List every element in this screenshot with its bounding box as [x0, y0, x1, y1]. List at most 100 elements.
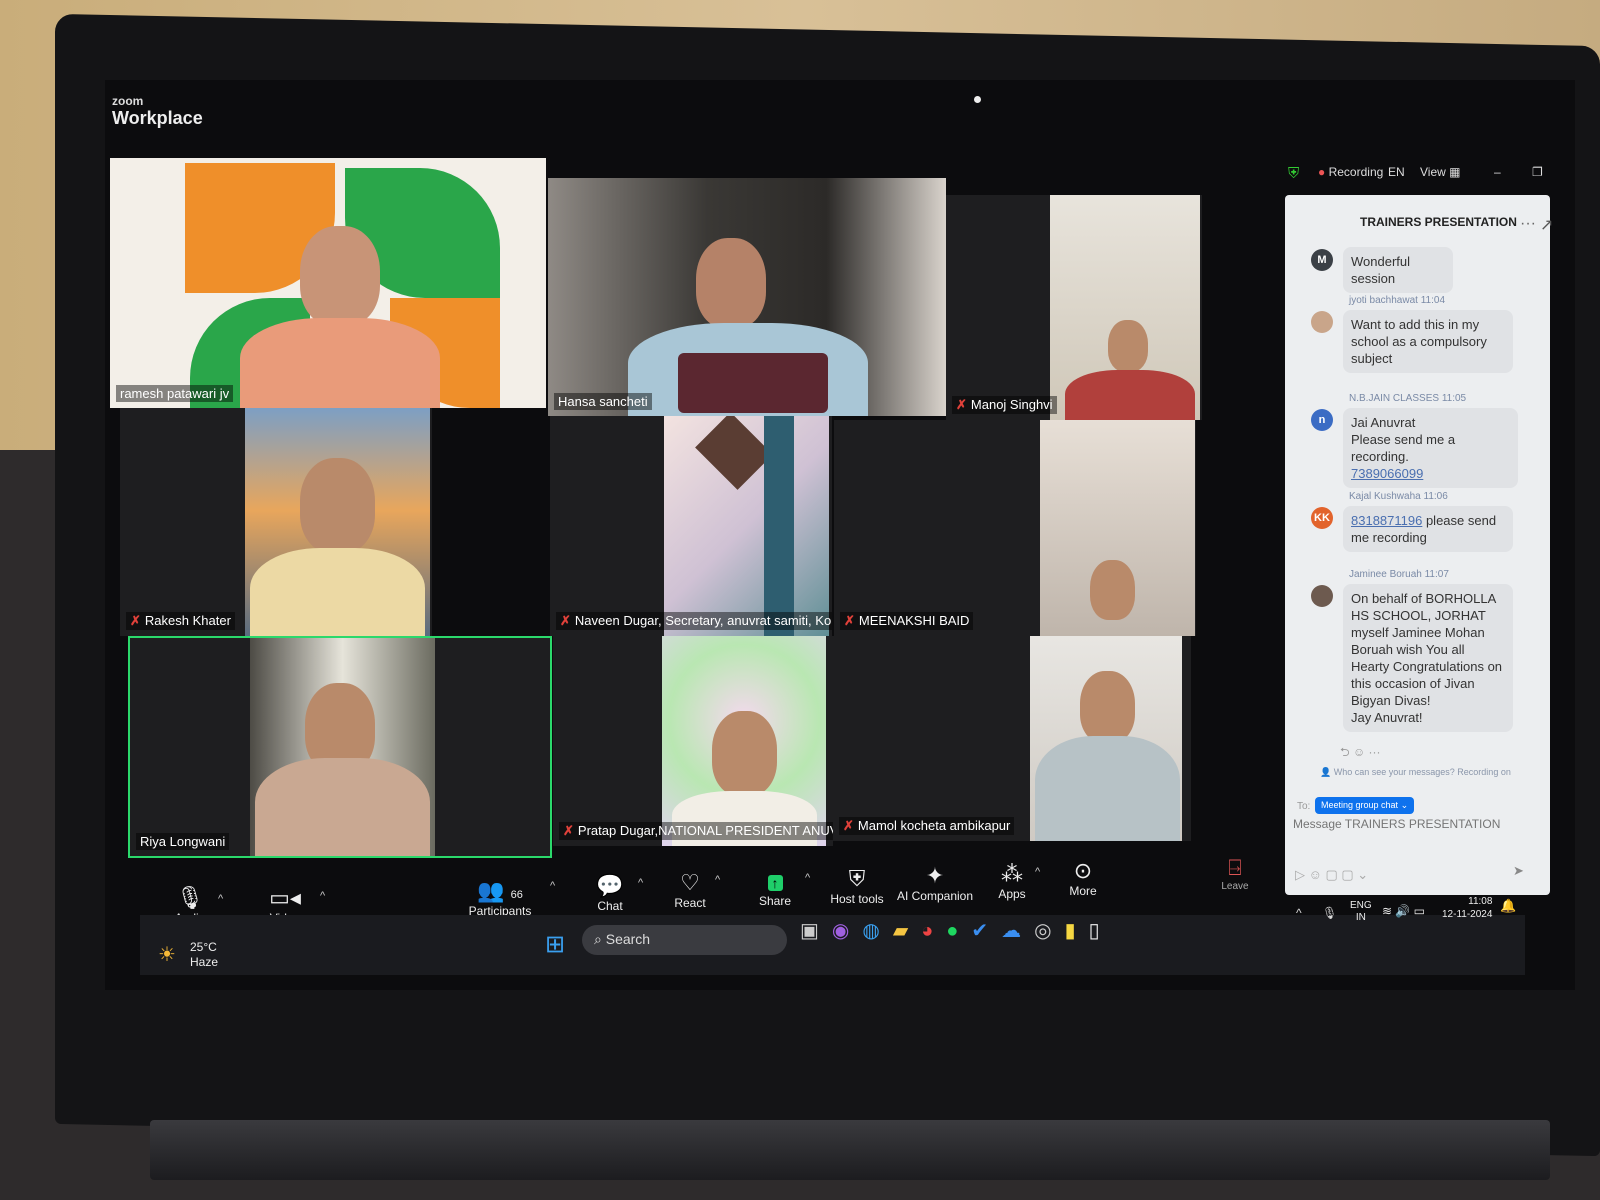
message-sender: Jaminee Boruah 11:07: [1349, 569, 1535, 580]
recording-indicator[interactable]: ● Recording: [1318, 165, 1383, 179]
video-options-caret[interactable]: ^: [320, 890, 325, 902]
message-actions[interactable]: ⮌ ☺ ···: [1340, 743, 1381, 764]
message-text: Jai Anuvrat: [1351, 415, 1416, 430]
participant-face: [1080, 671, 1135, 743]
share-button[interactable]: ↑ Share: [740, 868, 810, 908]
document-icon[interactable]: ▯: [1089, 920, 1113, 942]
participants-options-caret[interactable]: ^: [550, 880, 555, 892]
popout-icon[interactable]: ↗: [1540, 215, 1553, 235]
notification-bell-icon[interactable]: 🔔: [1500, 898, 1516, 914]
send-icon[interactable]: ➤: [1513, 863, 1524, 879]
video-tile[interactable]: ✗Pratap Dugar,NATIONAL PRESIDENT ANUVIBH…: [553, 636, 833, 846]
ellipsis-icon: ⊙: [1073, 858, 1093, 883]
host-tools-label: Host tools: [830, 892, 884, 906]
video-tile[interactable]: ramesh patawari jv: [110, 158, 546, 408]
task-view-icon[interactable]: ▣: [800, 920, 832, 942]
avatar: M: [1311, 249, 1333, 271]
participant-name: Riya Longwani: [136, 833, 230, 850]
sender-name: Jaminee Boruah: [1349, 569, 1422, 580]
apps-options-caret[interactable]: ^: [1035, 866, 1040, 878]
shield-check-icon[interactable]: ⛨: [1288, 165, 1299, 182]
participant-name: ✗ Mamol kocheta ambikapur: [839, 817, 1015, 835]
view-label: View: [1420, 165, 1446, 179]
sticky-notes-icon[interactable]: ▮: [1065, 920, 1089, 942]
copilot-icon[interactable]: ◉: [832, 920, 862, 942]
phone-link[interactable]: 7389066099: [1351, 465, 1510, 482]
clock[interactable]: 11:08 12-11-2024: [1442, 895, 1492, 921]
name-text: Manoj Singhvi: [970, 397, 1053, 412]
tray-overflow-icon[interactable]: ^: [1296, 906, 1302, 920]
leave-icon: ⍈: [1228, 855, 1242, 880]
participant-body: [255, 758, 430, 856]
message-sender: Kajal Kushwaha 11:06: [1349, 491, 1535, 502]
message-text: On behalf of BORHOLLA HS SCHOOL, JORHAT …: [1351, 591, 1503, 708]
spotify-icon[interactable]: ●: [946, 920, 971, 942]
message-bubble: On behalf of BORHOLLA HS SCHOOL, JORHAT …: [1343, 584, 1513, 732]
onedrive-icon[interactable]: ☁: [1001, 920, 1034, 942]
video-tile[interactable]: ✗ Mamol kocheta ambikapur: [833, 636, 1191, 841]
more-options-icon[interactable]: ···: [1520, 215, 1536, 233]
windows-start-icon[interactable]: ⊞: [545, 930, 565, 959]
participant-name: ✗ Naveen Dugar, Secretary, anuvrat samiti…: [556, 612, 832, 630]
participant-count: 66: [510, 889, 523, 901]
video-feed: [664, 416, 829, 636]
share-options-caret[interactable]: ^: [805, 872, 810, 884]
avatar: [1311, 311, 1333, 333]
avatar: KK: [1311, 507, 1333, 529]
privacy-notice[interactable]: 👤 Who can see your messages? Recording o…: [1320, 767, 1511, 778]
video-tile[interactable]: Hansa sancheti: [548, 178, 946, 416]
participant-body: [240, 318, 440, 408]
participant-body: [1035, 736, 1180, 841]
input-language[interactable]: ENG IN: [1350, 900, 1372, 924]
chat-message: Kajal Kushwaha 11:06 KK 8318871196 pleas…: [1305, 491, 1535, 552]
chat-options-caret[interactable]: ^: [638, 877, 643, 889]
video-tile[interactable]: ✗ Rakesh Khater: [120, 408, 432, 636]
edge-icon[interactable]: ◍: [862, 920, 892, 942]
held-object: [678, 353, 828, 413]
chat-icon: 💬: [596, 873, 624, 898]
participant-face: [712, 711, 777, 796]
message-input[interactable]: [1293, 817, 1538, 831]
participant-face: [1090, 560, 1135, 620]
muted-mic-icon: ✗: [956, 397, 967, 412]
recipient-dropdown[interactable]: Meeting group chat ⌄: [1315, 797, 1415, 814]
file-explorer-icon[interactable]: ▰: [893, 920, 921, 942]
camera-icon: ▭◂: [269, 885, 301, 910]
video-feed: [1030, 636, 1182, 841]
message-time: 11:06: [1423, 491, 1448, 502]
taskbar-search[interactable]: ⌕ Search: [582, 925, 787, 955]
language-button[interactable]: EN: [1388, 165, 1405, 179]
muted-mic-icon: ✗: [130, 613, 141, 628]
view-button[interactable]: View ▦: [1420, 165, 1460, 179]
minimize-button[interactable]: –: [1494, 165, 1501, 179]
message-time: 11:07: [1424, 569, 1449, 580]
video-tile-active-speaker[interactable]: Riya Longwani: [128, 636, 552, 858]
phone-link[interactable]: 8318871196: [1351, 513, 1422, 528]
composer-tools[interactable]: ▷ ☺ ▢ ▢ ⌄: [1295, 867, 1368, 883]
chat-label: Chat: [597, 899, 623, 913]
restore-button[interactable]: ❐: [1532, 165, 1543, 179]
todo-icon[interactable]: ✔: [971, 920, 1001, 942]
app-icon[interactable]: ◎: [1034, 920, 1064, 942]
host-tools-button[interactable]: ⛨ Host tools: [822, 866, 892, 906]
video-tile[interactable]: ✗ Naveen Dugar, Secretary, anuvrat samiti…: [550, 416, 832, 636]
more-button[interactable]: ⊙ More: [1048, 858, 1118, 898]
video-feed: [250, 638, 435, 856]
message-text: Want to add this in my school as a compu…: [1343, 310, 1513, 373]
weather-widget[interactable]: 25°C Haze: [190, 940, 218, 970]
chrome-icon[interactable]: ◕: [921, 920, 946, 942]
pinned-apps[interactable]: ▣◉◍▰◕●✔☁◎▮▯: [800, 918, 1113, 943]
video-tile[interactable]: ✗ MEENAKSHI BAID: [834, 420, 1196, 636]
audio-options-caret[interactable]: ^: [218, 893, 223, 905]
network-volume-battery-icons[interactable]: ≋ 🔊 ▭: [1382, 904, 1425, 918]
tray-mic-icon[interactable]: 🎙: [1322, 906, 1337, 920]
ai-companion-button[interactable]: ✦ AI Companion: [895, 863, 975, 903]
leave-button[interactable]: ⍈ Leave: [1200, 855, 1270, 892]
chat-button[interactable]: 💬 Chat: [575, 873, 645, 913]
video-tile[interactable]: ✗ Manoj Singhvi: [946, 195, 1202, 420]
chat-title: TRAINERS PRESENTATION: [1360, 215, 1517, 229]
sender-name: N.B.JAIN CLASSES: [1349, 393, 1440, 404]
participants-button[interactable]: 👥 66 Participants: [465, 878, 535, 918]
react-options-caret[interactable]: ^: [715, 874, 720, 886]
search-label: Search: [605, 931, 651, 947]
